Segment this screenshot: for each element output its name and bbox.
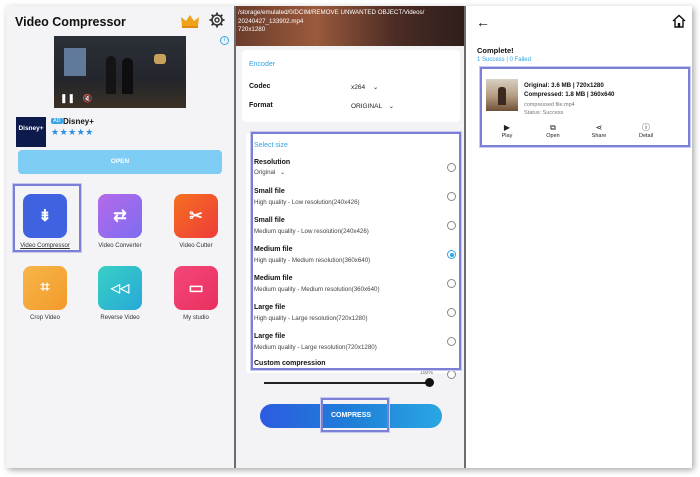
result-screen: ← Complete! 1 Success | 0 Failed Origina…: [466, 6, 692, 468]
encoder-section-label: Encoder: [249, 61, 276, 68]
tool-label: Reverse Video: [100, 315, 140, 321]
tool-video-cutter[interactable]: ✂ Video Cutter: [166, 194, 226, 249]
chevron-down-icon: ⌄: [372, 84, 379, 91]
path-line: /storage/emulated/0/DCIM/REMOVE UNWANTED…: [238, 9, 425, 16]
format-value: ORIGINAL: [351, 103, 382, 110]
ad-video[interactable]: ❚❚ 🔇: [54, 36, 186, 108]
tool-crop-video[interactable]: ⌗ Crop Video: [15, 266, 75, 321]
codec-label: Codec: [249, 83, 271, 90]
radio-custom[interactable]: [447, 370, 456, 379]
radio-button[interactable]: [447, 221, 456, 230]
option-title: Small file: [254, 217, 285, 224]
codec-value: x264: [351, 84, 366, 91]
ad-rating-stars: ★★★★★: [51, 127, 94, 137]
ad-name: Disney+: [63, 117, 94, 126]
screenshot-frame: Video Compressor ❚❚ 🔇 i Disney+ AD Disne…: [6, 6, 692, 468]
mute-icon[interactable]: 🔇: [83, 94, 93, 103]
resolution-value: Original: [254, 169, 276, 176]
open-external-icon: ⧉: [550, 123, 556, 132]
action-label: Detail: [638, 133, 654, 139]
compress-icon: ⇟: [23, 194, 67, 238]
complete-title: Complete!: [477, 46, 514, 55]
ad-info-icon[interactable]: i: [220, 36, 229, 45]
scissors-icon: ✂: [174, 194, 218, 238]
option-title: Medium file: [254, 246, 293, 253]
action-label: Play: [501, 133, 513, 139]
folder-icon: ▭: [174, 266, 218, 310]
radio-button[interactable]: [447, 337, 456, 346]
compress-settings-screen: /storage/emulated/0/DCIM/REMOVE UNWANTED…: [236, 6, 464, 468]
pause-icon[interactable]: ❚❚: [60, 93, 75, 103]
tool-label: My studio: [183, 315, 209, 321]
radio-button-selected[interactable]: [447, 250, 456, 259]
compress-button[interactable]: COMPRESS: [260, 404, 442, 428]
share-icon: ⋖: [595, 123, 603, 132]
select-size-label: Select size: [254, 142, 288, 149]
convert-icon: ⇄: [98, 194, 142, 238]
file-name: compressed file.mp4: [524, 102, 575, 108]
path-line: 720x1280: [238, 26, 266, 33]
option-sub: Medium quality - Large resolution(720x12…: [254, 344, 377, 351]
radio-button[interactable]: [447, 192, 456, 201]
compression-slider[interactable]: [264, 382, 430, 384]
codec-select[interactable]: x264 ⌄: [351, 83, 378, 91]
home-screen: Video Compressor ❚❚ 🔇 i Disney+ AD Disne…: [6, 6, 234, 468]
open-button[interactable]: OPEN: [18, 150, 222, 174]
crop-icon: ⌗: [23, 266, 67, 310]
option-sub: High quality - Medium resolution(360x640…: [254, 257, 371, 264]
result-card: Original: 3.6 MB | 720x1280 Compressed: …: [482, 69, 688, 144]
radio-original[interactable]: [447, 163, 456, 172]
slider-percent: 100%: [420, 370, 433, 376]
resolution-select[interactable]: Original ⌄: [254, 169, 285, 176]
option-sub: High quality - Low resolution(240x426): [254, 199, 360, 206]
info-icon: ⓘ: [642, 123, 650, 132]
slider-handle[interactable]: [425, 378, 434, 387]
share-button[interactable]: ⋖ Share: [581, 123, 617, 139]
option-title: Large file: [254, 333, 286, 340]
path-line: 20240427_133902.mp4: [238, 17, 304, 25]
tool-label: Crop Video: [30, 315, 60, 321]
file-path: /storage/emulated/0/DCIM/REMOVE UNWANTED…: [236, 9, 464, 35]
video-thumbnail[interactable]: [486, 79, 518, 111]
status-text: Status: Success: [524, 110, 564, 116]
original-info: Original: 3.6 MB | 720x1280: [524, 82, 604, 89]
reverse-icon: ◁◁: [98, 266, 142, 310]
chevron-down-icon: ⌄: [388, 103, 395, 110]
home-icon[interactable]: [672, 14, 686, 28]
compressed-info: Compressed: 1.8 MB | 360x640: [524, 91, 615, 98]
play-icon: ▶: [503, 123, 511, 132]
ad-tag: AD: [51, 118, 63, 124]
resolution-label: Resolution: [254, 159, 291, 166]
radio-button[interactable]: [447, 308, 456, 317]
option-sub: High quality - Large resolution(720x1280…: [254, 315, 368, 322]
tool-video-compressor[interactable]: ⇟ Video Compressor: [15, 194, 75, 249]
tool-my-studio[interactable]: ▭ My studio: [166, 266, 226, 321]
format-select[interactable]: ORIGINAL ⌄: [351, 102, 394, 110]
option-title: Small file: [254, 188, 285, 195]
chevron-down-icon: ⌄: [280, 169, 286, 176]
crown-icon[interactable]: [180, 13, 200, 29]
option-title: Medium file: [254, 275, 293, 282]
open-file-button[interactable]: ⧉ Open: [535, 123, 571, 139]
option-sub: Medium quality - Low resolution(240x426): [254, 228, 369, 235]
custom-compression-label: Custom compression: [254, 360, 326, 367]
play-button[interactable]: ▶ Play: [489, 123, 525, 139]
action-label: Share: [591, 133, 607, 139]
option-title: Large file: [254, 304, 286, 311]
tool-video-converter[interactable]: ⇄ Video Converter: [90, 194, 150, 249]
ad-brand-logo: Disney+: [16, 117, 46, 147]
format-label: Format: [249, 102, 273, 109]
detail-button[interactable]: ⓘ Detail: [628, 123, 664, 139]
app-title: Video Compressor: [15, 15, 126, 29]
option-sub: Medium quality - Medium resolution(360x6…: [254, 286, 380, 293]
gear-icon[interactable]: [209, 12, 225, 28]
tool-label: Video Compressor: [20, 243, 70, 249]
back-arrow-icon[interactable]: ←: [476, 14, 490, 30]
tool-label: Video Cutter: [179, 243, 213, 249]
action-label: Open: [546, 133, 560, 139]
tool-label: Video Converter: [98, 243, 142, 249]
result-summary: 1 Success | 0 Failed: [477, 57, 531, 63]
radio-button[interactable]: [447, 279, 456, 288]
tool-reverse-video[interactable]: ◁◁ Reverse Video: [90, 266, 150, 321]
